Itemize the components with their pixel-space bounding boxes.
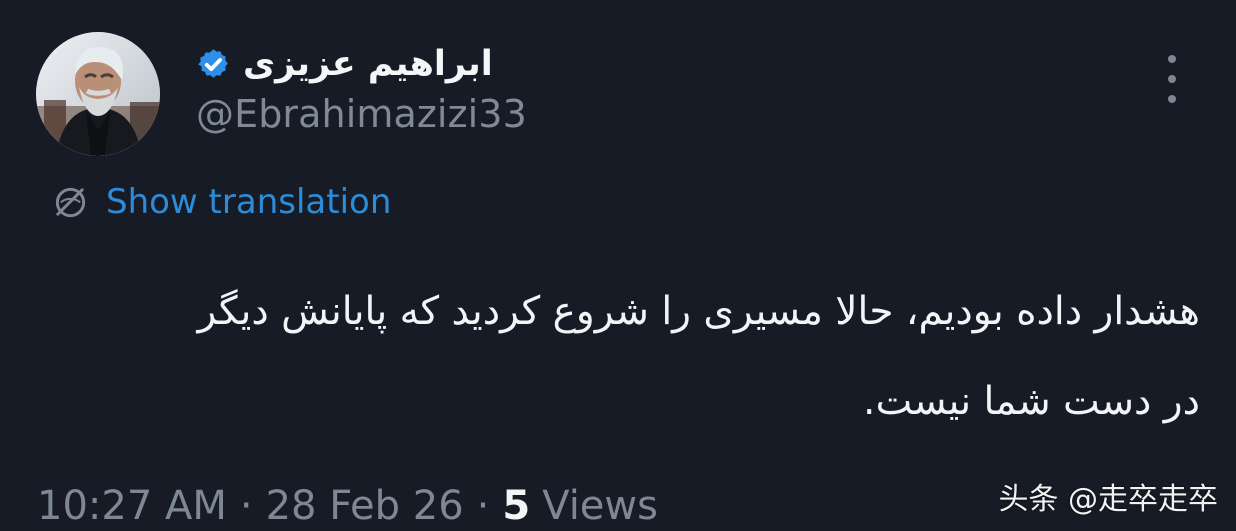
tweet-text-line-2: در دست شما نیست. xyxy=(863,379,1200,424)
more-options-button[interactable] xyxy=(1160,55,1184,103)
author-display-name[interactable]: ابراهیم عزیزی xyxy=(243,40,493,88)
tweet-card: ابراهیم عزیزی @Ebrahimazizi33 Show trans… xyxy=(0,0,1236,531)
show-translation-link[interactable]: Show translation xyxy=(51,181,391,223)
translation-globe-icon xyxy=(55,187,86,217)
tweet-header: ابراهیم عزیزی @Ebrahimazizi33 xyxy=(36,32,527,156)
tweet-metadata: 10:27 AM · 28 Feb 26 · 5 Views xyxy=(37,480,658,531)
watermark: 头条 @走卒走卒 xyxy=(998,482,1218,517)
more-dot-middle xyxy=(1168,75,1176,83)
metadata-separator-1: · xyxy=(239,483,253,529)
views-count[interactable]: 5 xyxy=(502,480,530,531)
tweet-text-line-1: هشدار داده بودیم، حالا مسیری را شروع کرد… xyxy=(197,289,1200,334)
more-dot-top xyxy=(1168,55,1176,63)
author-name-row[interactable]: ابراهیم عزیزی xyxy=(196,40,493,88)
tweet-date[interactable]: 28 Feb 26 xyxy=(266,480,464,531)
show-translation-label[interactable]: Show translation xyxy=(106,181,391,223)
verified-badge-icon xyxy=(198,48,228,78)
more-dot-bottom xyxy=(1168,95,1176,103)
views-label[interactable]: Views xyxy=(542,480,658,531)
author-identity: ابراهیم عزیزی @Ebrahimazizi33 xyxy=(196,40,527,137)
tweet-text: هشدار داده بودیم، حالا مسیری را شروع کرد… xyxy=(52,267,1200,447)
author-handle[interactable]: @Ebrahimazizi33 xyxy=(196,91,527,137)
tweet-time[interactable]: 10:27 AM xyxy=(37,480,227,531)
metadata-separator-2: · xyxy=(476,483,490,529)
avatar-portrait xyxy=(36,32,160,156)
avatar[interactable] xyxy=(36,32,160,156)
